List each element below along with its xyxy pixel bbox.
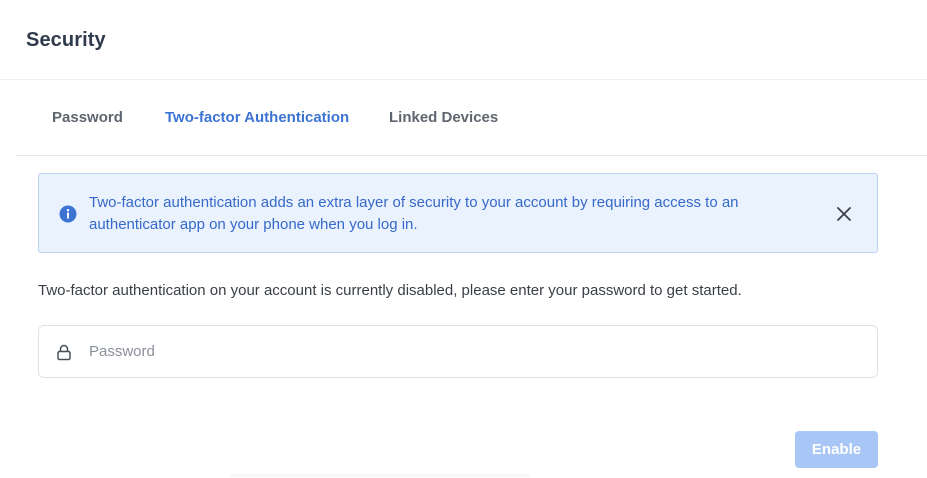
password-input[interactable]: [89, 327, 859, 376]
tab-linked-devices[interactable]: Linked Devices: [389, 109, 498, 126]
close-icon[interactable]: [835, 205, 853, 223]
info-alert: Two-factor authentication adds an extra …: [38, 173, 878, 253]
password-field[interactable]: [38, 325, 878, 378]
tab-two-factor-authentication[interactable]: Two-factor Authentication: [165, 109, 349, 126]
info-icon: [59, 205, 77, 223]
lock-icon: [56, 344, 72, 361]
alert-message: Two-factor authentication adds an extra …: [89, 194, 739, 233]
footer-divider: [230, 474, 530, 478]
tab-password[interactable]: Password: [52, 109, 123, 126]
tab-bar: Password Two-factor Authentication Linke…: [16, 80, 927, 156]
enable-button[interactable]: Enable: [795, 431, 878, 468]
page-header: Security: [0, 0, 927, 80]
status-description: Two-factor authentication on your accoun…: [38, 282, 742, 299]
page-title: Security: [26, 29, 106, 51]
